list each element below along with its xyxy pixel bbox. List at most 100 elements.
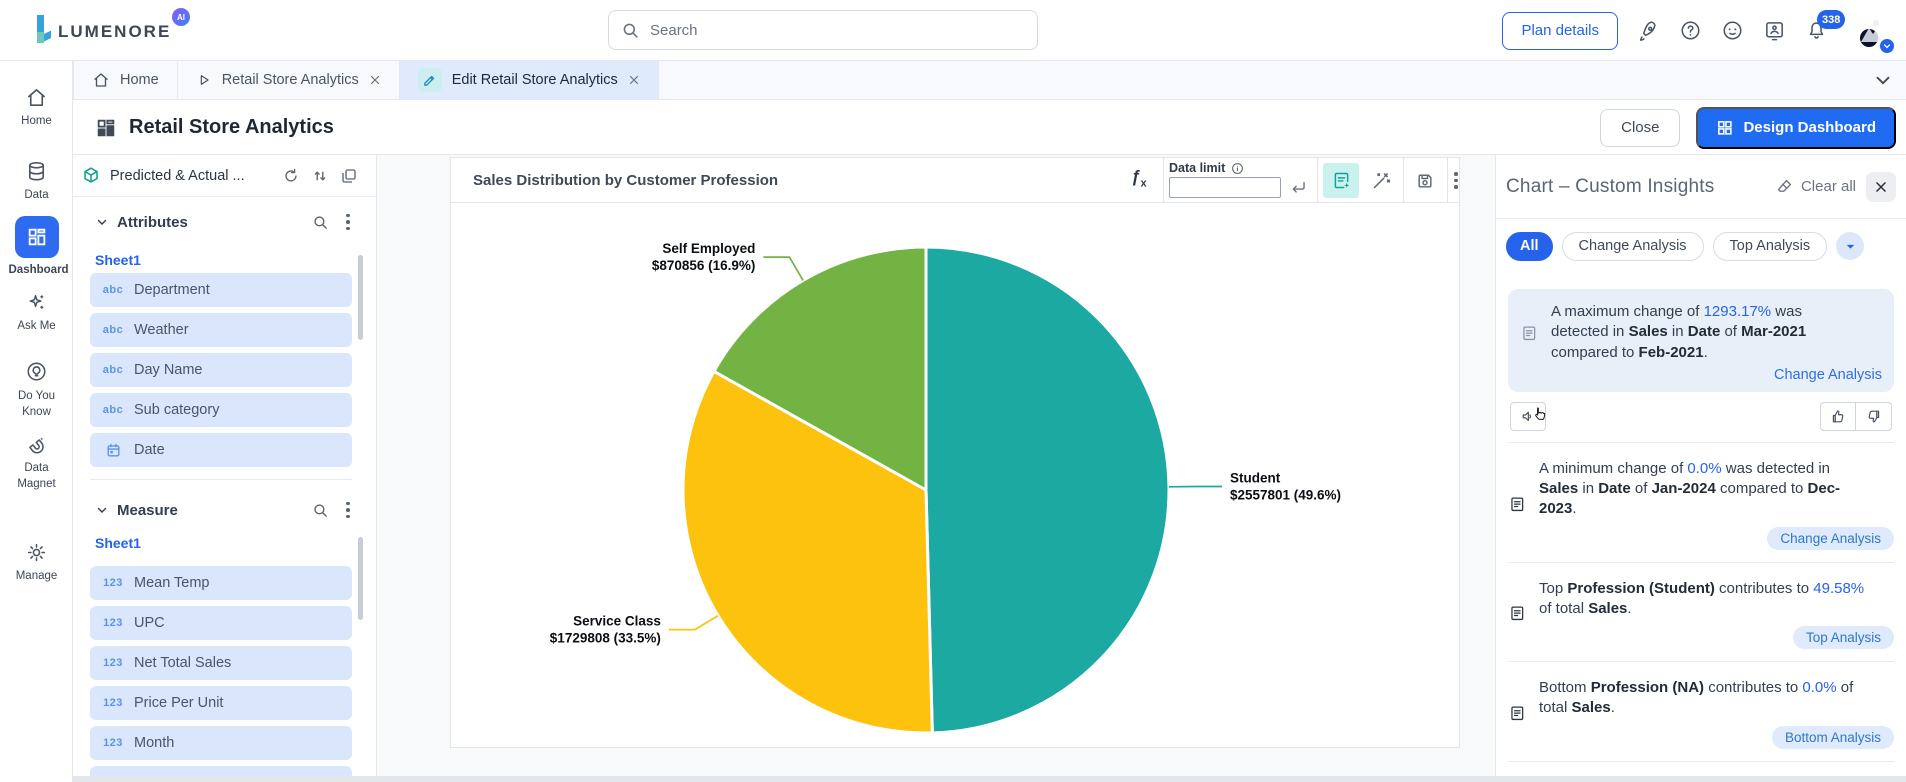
feedback-icon[interactable]	[1763, 19, 1786, 42]
dashboard-icon	[15, 216, 59, 258]
nav-manage[interactable]: Manage	[0, 541, 73, 585]
nav-data[interactable]: Data	[0, 160, 73, 204]
user-avatar[interactable]	[1847, 8, 1892, 53]
tab-close-icon[interactable]	[369, 74, 381, 86]
attribute-item-day-name[interactable]: abc Day Name	[90, 353, 352, 387]
attribute-item-weather[interactable]: abc Weather	[90, 313, 352, 347]
logo[interactable]: LUMENORE AI	[34, 14, 171, 44]
kebab-menu-icon[interactable]	[346, 502, 350, 519]
global-search[interactable]	[608, 10, 1038, 50]
thumbs-up-button[interactable]	[1820, 402, 1856, 431]
widget-kebab-menu-icon[interactable]	[1449, 163, 1463, 198]
tab-edit-retail-store-analytics[interactable]: Edit Retail Store Analytics	[400, 61, 659, 99]
123-type-icon: 123	[100, 617, 126, 629]
app-window: LUMENORE AI Plan details	[0, 0, 1906, 782]
page-title: Retail Store Analytics	[129, 116, 334, 139]
play-icon	[196, 72, 212, 88]
more-filters-chevron-icon[interactable]	[1836, 232, 1864, 260]
custom-insights-button[interactable]	[1323, 163, 1359, 198]
tab-close-icon[interactable]	[628, 74, 640, 86]
nav-do-you-know[interactable]: Do You Know	[0, 361, 73, 420]
divider	[1508, 661, 1894, 662]
dashboard-title-bar: Retail Store Analytics Close Design Dash…	[73, 100, 1906, 155]
insights-panel-title: Chart – Custom Insights	[1506, 176, 1714, 198]
top-analysis-badge[interactable]: Top Analysis	[1793, 626, 1894, 649]
thumbs-down-button[interactable]	[1856, 402, 1892, 431]
tab-retail-store-analytics[interactable]: Retail Store Analytics	[178, 61, 400, 99]
change-analysis-badge[interactable]: Change Analysis	[1767, 527, 1894, 550]
attribute-item-sub-category[interactable]: abc Sub category	[90, 393, 352, 427]
notifications-bell-icon[interactable]: 338	[1805, 19, 1828, 42]
nav-data-magnet[interactable]: Data Magnet	[0, 433, 73, 492]
data-limit-input[interactable]	[1169, 177, 1281, 198]
field-label: Date	[134, 442, 165, 458]
chevron-down-icon	[95, 503, 109, 517]
tab-label: Edit Retail Store Analytics	[452, 72, 618, 88]
measure-section-header[interactable]: Measure	[73, 497, 376, 523]
attribute-item-department[interactable]: abc Department	[90, 273, 352, 307]
dataset-name: Predicted & Actual ...	[110, 168, 245, 184]
refresh-icon[interactable]	[282, 167, 300, 185]
change-analysis-link[interactable]: Change Analysis	[1520, 367, 1882, 383]
measure-item-mean-temp[interactable]: 123 Mean Temp	[90, 566, 352, 600]
insight-card-min-change[interactable]: A minimum change of 0.0% was detected in…	[1508, 449, 1894, 556]
field-label: Net Total Sales	[134, 655, 231, 671]
divider	[1508, 562, 1894, 563]
filter-chip-change-analysis[interactable]: Change Analysis	[1562, 232, 1704, 261]
divider	[1403, 158, 1404, 202]
measure-item-price-per-unit[interactable]: 123 Price Per Unit	[90, 686, 352, 720]
attribute-item-date[interactable]: Date	[90, 433, 352, 467]
fx-formula-icon[interactable]: ƒx	[1131, 167, 1147, 189]
pie-chart[interactable]: Student$2557801 (49.6%)Service Class$172…	[451, 203, 1459, 746]
filter-chip-top-analysis[interactable]: Top Analysis	[1713, 232, 1828, 261]
pie-label: $1729808 (33.5%)	[550, 631, 661, 646]
close-button[interactable]: Close	[1600, 109, 1680, 147]
search-icon	[621, 21, 640, 40]
eraser-icon	[1775, 177, 1794, 196]
pie-label: Service Class	[573, 614, 661, 629]
assistant-face-icon[interactable]	[1721, 19, 1744, 42]
scrollbar-thumb[interactable]	[358, 537, 363, 620]
insight-card-top-profession[interactable]: Top Profession (Student) contributes to …	[1508, 569, 1894, 656]
bottom-analysis-badge[interactable]: Bottom Analysis	[1772, 726, 1894, 749]
clear-all-button[interactable]: Clear all	[1775, 177, 1856, 196]
note-icon	[1508, 579, 1527, 650]
magic-wand-icon[interactable]	[1363, 163, 1399, 198]
logo-text: LUMENORE	[58, 23, 171, 44]
plan-details-button[interactable]: Plan details	[1502, 12, 1618, 50]
search-icon[interactable]	[312, 214, 329, 231]
insight-card-max-change[interactable]: A maximum change of 1293.17% was detecte…	[1508, 289, 1894, 392]
tab-home[interactable]: Home	[73, 61, 178, 99]
scrollbar-thumb[interactable]	[358, 255, 363, 340]
home-tab-icon	[92, 71, 110, 89]
layers-icon[interactable]	[340, 167, 358, 185]
close-panel-icon[interactable]	[1866, 172, 1896, 202]
sort-icon[interactable]	[311, 167, 329, 185]
sheet-link[interactable]: Sheet1	[95, 535, 141, 551]
save-icon[interactable]	[1407, 163, 1443, 198]
search-input[interactable]	[650, 22, 1025, 39]
kebab-menu-icon[interactable]	[346, 214, 350, 231]
nav-dashboard[interactable]: Dashboard	[0, 216, 73, 279]
search-icon[interactable]	[312, 502, 329, 519]
measure-item-month[interactable]: 123 Month	[90, 726, 352, 760]
sheet-link[interactable]: Sheet1	[95, 252, 141, 268]
enter-icon[interactable]	[1289, 178, 1308, 197]
rocket-icon[interactable]	[1637, 19, 1660, 42]
divider	[1508, 442, 1894, 443]
measure-item-partial[interactable]	[90, 766, 352, 776]
tabbar-collapse-chevron-icon[interactable]	[1872, 69, 1894, 91]
design-dashboard-button[interactable]: Design Dashboard	[1696, 107, 1896, 149]
filter-chip-all[interactable]: All	[1506, 232, 1553, 261]
info-icon[interactable]	[1231, 162, 1244, 175]
measure-item-upc[interactable]: 123 UPC	[90, 606, 352, 640]
insight-text: A maximum change of 1293.17% was detecte…	[1551, 302, 1853, 363]
nav-ask-me[interactable]: Ask Me	[0, 291, 73, 335]
attributes-section-header[interactable]: Attributes	[73, 209, 376, 235]
insight-card-bottom-profession[interactable]: Bottom Profession (NA) contributes to 0.…	[1508, 668, 1894, 755]
pie-slice-student[interactable]	[926, 247, 1169, 733]
measure-item-net-total-sales[interactable]: 123 Net Total Sales	[90, 646, 352, 680]
help-icon[interactable]	[1679, 19, 1702, 42]
field-label: Price Per Unit	[134, 695, 223, 711]
nav-home[interactable]: Home	[0, 86, 73, 130]
